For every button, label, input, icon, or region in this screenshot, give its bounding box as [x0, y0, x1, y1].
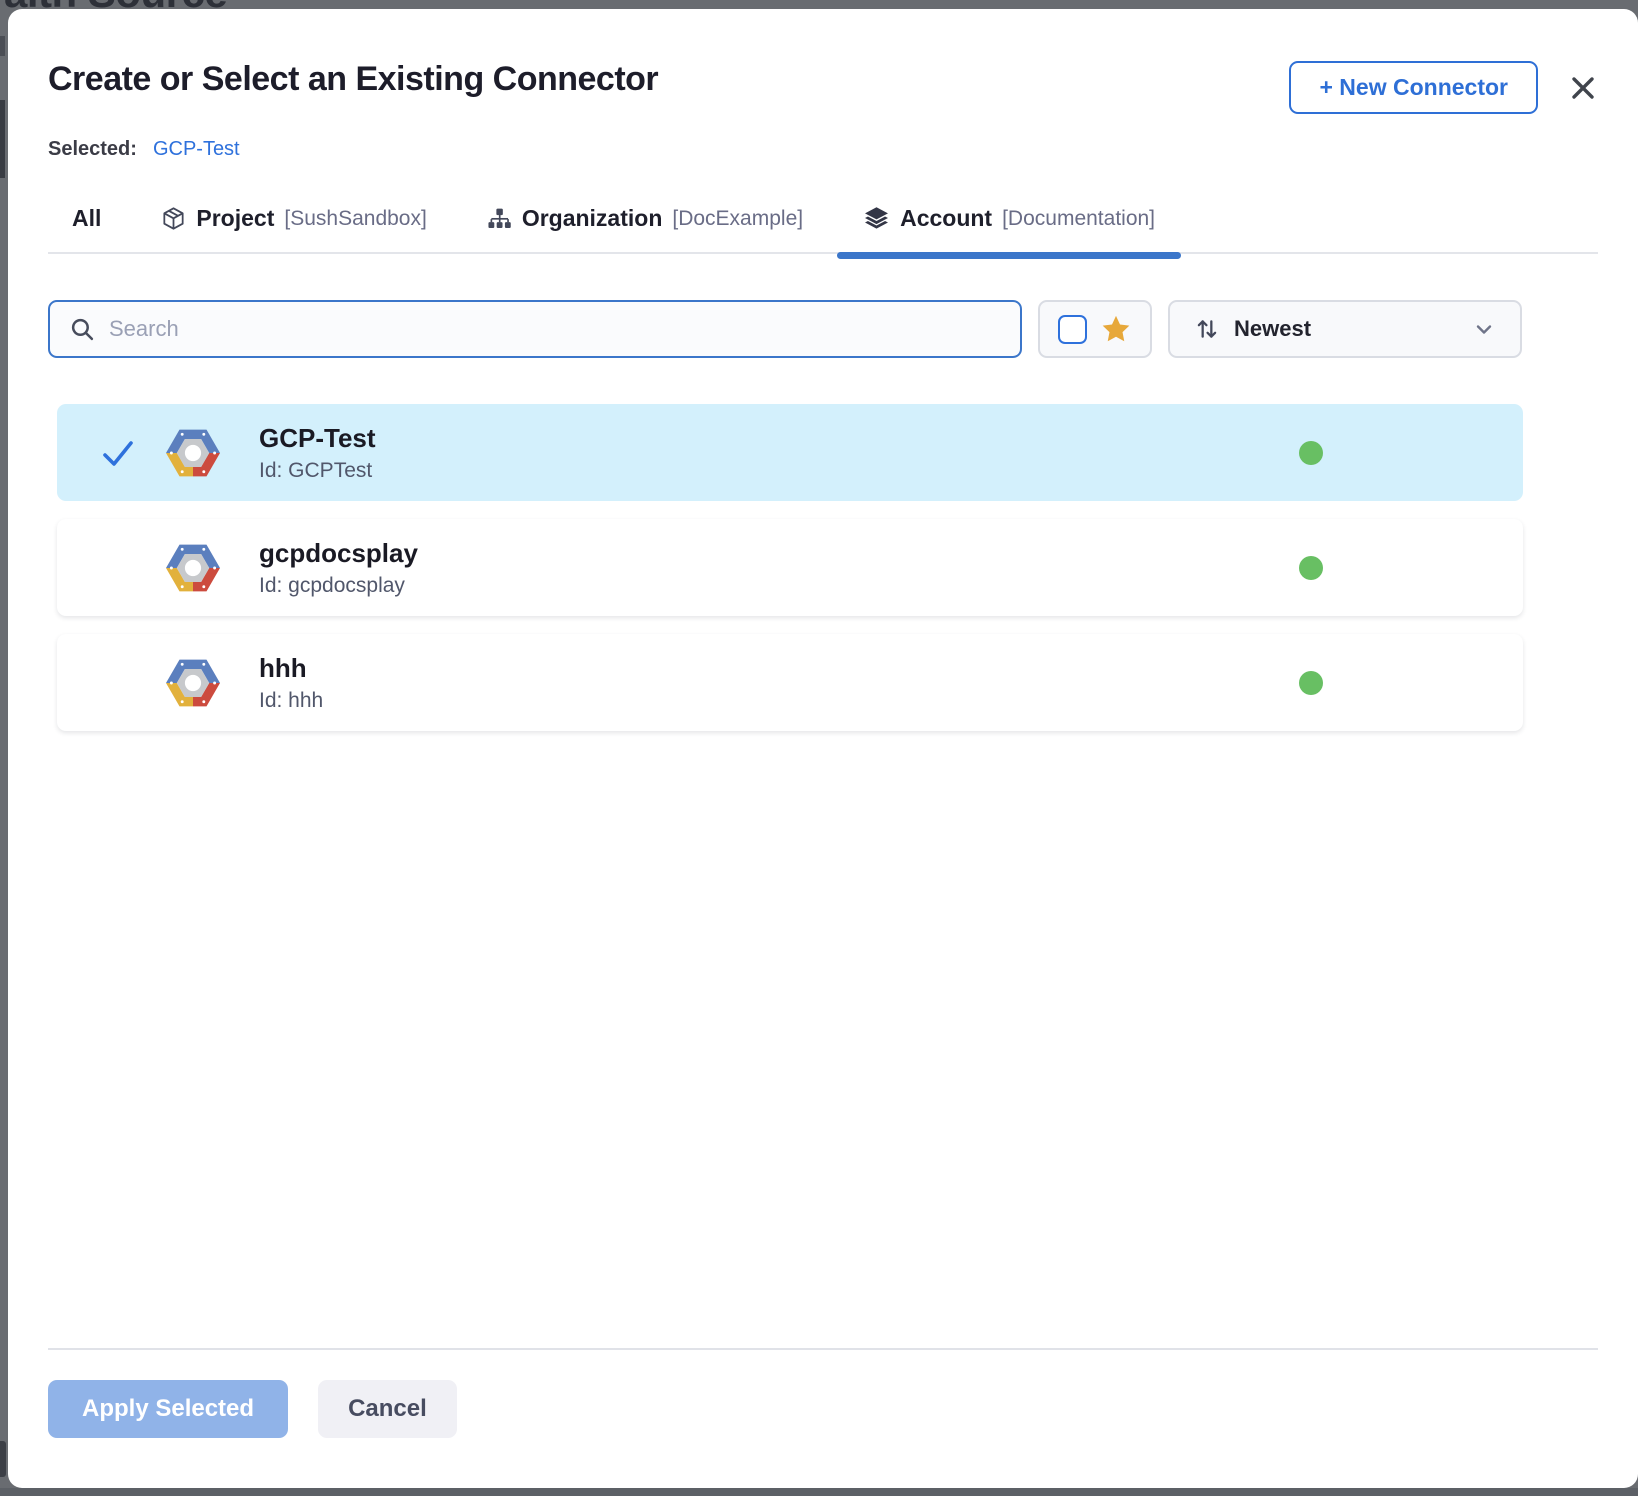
tab-account-label: Account — [900, 205, 992, 232]
connector-name: GCP-Test — [259, 423, 376, 454]
connector-name: gcpdocsplay — [259, 538, 418, 569]
sort-selected-option: Newest — [1234, 316, 1458, 342]
tab-organization-label: Organization — [522, 205, 663, 232]
search-box — [48, 300, 1022, 358]
backdrop-artifact — [0, 100, 5, 178]
cancel-button[interactable]: Cancel — [318, 1380, 457, 1438]
chevron-down-icon — [1472, 317, 1496, 341]
connector-row-gcp-test[interactable]: GCP-Test Id: GCPTest — [57, 404, 1523, 501]
connector-id: Id: gcpdocsplay — [259, 574, 418, 598]
connector-list: GCP-Test Id: GCPTest — [48, 404, 1598, 749]
connector-info: hhh Id: hhh — [259, 653, 323, 713]
connector-id: Id: hhh — [259, 689, 323, 713]
tab-project-label: Project — [196, 205, 274, 232]
search-input[interactable] — [109, 316, 1000, 342]
status-dot — [1299, 671, 1323, 695]
tab-project[interactable]: Project [SushSandbox] — [161, 205, 426, 232]
gcp-logo-icon — [163, 653, 223, 713]
cube-icon — [161, 206, 186, 231]
sort-arrows-icon — [1194, 316, 1220, 342]
scope-tabs: All Project [SushSandbox] — [48, 205, 1598, 254]
status-dot — [1299, 441, 1323, 465]
gcp-logo-icon — [163, 538, 223, 598]
sort-dropdown[interactable]: Newest — [1168, 300, 1522, 358]
star-icon — [1100, 313, 1132, 345]
backdrop-artifact — [0, 36, 5, 56]
connector-select-dialog: Create or Select an Existing Connector +… — [8, 9, 1638, 1488]
selected-label: Selected: — [48, 138, 137, 161]
close-button[interactable] — [1568, 73, 1598, 103]
tab-organization-context: [DocExample] — [672, 207, 803, 231]
close-icon — [1569, 74, 1597, 102]
connector-id: Id: GCPTest — [259, 459, 376, 483]
checkmark-icon — [101, 436, 135, 470]
new-connector-button[interactable]: + New Connector — [1289, 61, 1538, 114]
search-icon — [70, 317, 95, 342]
dialog-header: Create or Select an Existing Connector +… — [48, 59, 1598, 114]
dialog-title: Create or Select an Existing Connector — [48, 59, 1289, 100]
connector-row-hhh[interactable]: hhh Id: hhh — [57, 634, 1523, 731]
connector-row-gcpdocsplay[interactable]: gcpdocsplay Id: gcpdocsplay — [57, 519, 1523, 616]
tab-project-context: [SushSandbox] — [284, 207, 426, 231]
backdrop-bottom-band — [0, 1488, 1638, 1496]
layers-icon — [863, 205, 890, 232]
selected-connector-link[interactable]: GCP-Test — [153, 138, 240, 161]
favorites-checkbox[interactable] — [1058, 315, 1087, 344]
connector-info: GCP-Test Id: GCPTest — [259, 423, 376, 483]
status-dot — [1299, 556, 1323, 580]
backdrop-artifact — [0, 1441, 6, 1477]
tab-account[interactable]: Account [Documentation] — [863, 205, 1155, 232]
tab-account-context: [Documentation] — [1002, 207, 1155, 231]
apply-selected-button[interactable]: Apply Selected — [48, 1380, 288, 1438]
tab-all[interactable]: All — [72, 205, 101, 232]
favorites-filter — [1038, 300, 1152, 358]
connector-name: hhh — [259, 653, 323, 684]
list-controls: Newest — [48, 300, 1598, 358]
selected-connector-row: Selected: GCP-Test — [48, 138, 1598, 161]
tab-organization[interactable]: Organization [DocExample] — [487, 205, 803, 232]
gcp-logo-icon — [163, 423, 223, 483]
org-chart-icon — [487, 206, 512, 231]
dialog-footer: Apply Selected Cancel — [48, 1348, 1598, 1438]
connector-info: gcpdocsplay Id: gcpdocsplay — [259, 538, 418, 598]
tab-all-label: All — [72, 205, 101, 232]
